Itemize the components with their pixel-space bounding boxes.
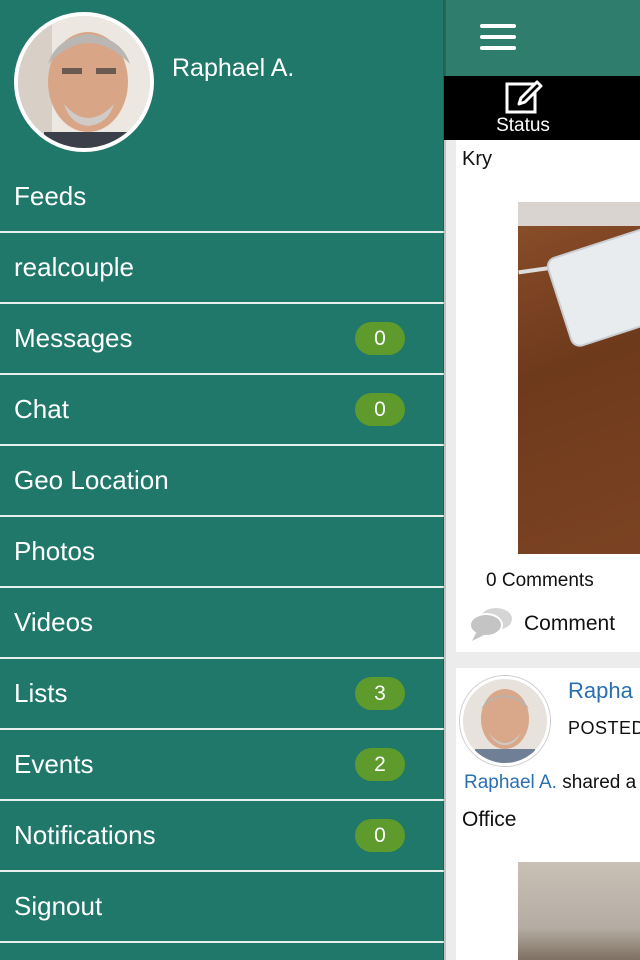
menu-item-signout[interactable]: Signout	[0, 872, 444, 943]
shared-text: shared a	[562, 772, 637, 793]
count-badge: 0	[355, 819, 405, 852]
menu-item-lists[interactable]: Lists 3	[0, 659, 444, 730]
menu-item-events[interactable]: Events 2	[0, 730, 444, 801]
comment-button[interactable]: Comment	[468, 606, 615, 642]
post-card: Kry 0 Comments Comment	[456, 140, 640, 652]
menu-item-geo-location[interactable]: Geo Location	[0, 446, 444, 517]
menu-list: Feeds realcouple Messages 0 Chat 0 Geo L…	[0, 162, 444, 943]
post-photo[interactable]	[518, 202, 640, 554]
menu-item-notifications[interactable]: Notifications 0	[0, 801, 444, 872]
post-card: Rapha POSTED Raphael A. shared a Office	[456, 668, 640, 960]
edit-icon	[505, 80, 543, 114]
profile-header[interactable]: Raphael A.	[0, 0, 444, 156]
menu-item-label: Feeds	[14, 181, 87, 211]
count-badge: 0	[355, 393, 405, 426]
count-badge: 0	[355, 322, 405, 355]
menu-item-label: Chat	[14, 394, 69, 424]
post-author: Kry	[462, 148, 492, 170]
menu-item-realcouple[interactable]: realcouple	[0, 233, 444, 304]
post-author-link[interactable]: Rapha	[568, 678, 633, 704]
shared-by-link[interactable]: Raphael A.	[464, 772, 557, 793]
post-photo[interactable]	[518, 862, 640, 960]
feed-panel: Status Kry 0 Comments Comment Rapha POST…	[444, 0, 640, 960]
count-badge: 3	[355, 677, 405, 710]
drawer-edge-shadow	[443, 0, 446, 960]
menu-item-label: Videos	[14, 607, 94, 637]
profile-name: Raphael A.	[172, 54, 295, 82]
comment-bubble-icon	[468, 606, 516, 642]
side-drawer: Raphael A. Feeds realcouple Messages 0 C…	[0, 0, 444, 960]
menu-item-label: Notifications	[14, 820, 156, 850]
avatar[interactable]	[14, 12, 154, 152]
count-badge: 2	[355, 748, 405, 781]
post-text: Office	[462, 808, 517, 831]
comment-label: Comment	[524, 612, 616, 635]
menu-item-label: Geo Location	[14, 465, 169, 495]
menu-item-feeds[interactable]: Feeds	[0, 162, 444, 233]
shared-line: Raphael A. shared a	[464, 772, 636, 794]
status-label: Status	[496, 115, 550, 136]
avatar[interactable]	[460, 676, 550, 766]
menu-item-chat[interactable]: Chat 0	[0, 375, 444, 446]
menu-item-videos[interactable]: Videos	[0, 588, 444, 659]
status-toolbar: Status	[444, 76, 640, 140]
menu-item-label: Events	[14, 749, 94, 779]
posted-label: POSTED	[568, 718, 640, 738]
menu-item-messages[interactable]: Messages 0	[0, 304, 444, 375]
menu-item-label: Photos	[14, 536, 95, 566]
feed-top-bar	[444, 0, 640, 76]
menu-item-label: Lists	[14, 678, 68, 708]
menu-item-photos[interactable]: Photos	[0, 517, 444, 588]
menu-item-label: Messages	[14, 323, 133, 353]
comments-count: 0 Comments	[486, 570, 594, 591]
menu-item-label: Signout	[14, 891, 103, 921]
menu-item-label: realcouple	[14, 252, 134, 282]
status-button[interactable]: Status	[488, 78, 558, 138]
menu-icon[interactable]	[480, 24, 516, 50]
